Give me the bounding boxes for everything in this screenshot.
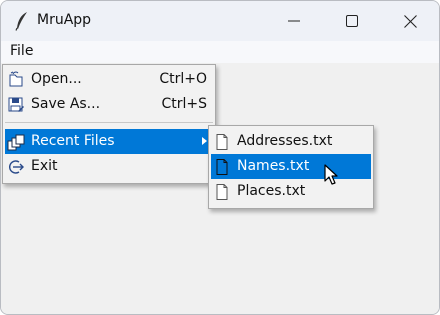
menu-item-open[interactable]: Open... Ctrl+O [5, 67, 213, 92]
quill-icon [15, 12, 27, 31]
recent-files-icon [7, 134, 25, 151]
open-folder-icon [9, 71, 23, 87]
document-icon [216, 184, 228, 200]
maximize-button[interactable] [323, 1, 381, 41]
recent-item-label: Places.txt [237, 183, 306, 199]
recent-item-addresses[interactable]: Addresses.txt [211, 129, 371, 154]
menu-item-label: Recent Files [31, 133, 115, 149]
menu-item-exit[interactable]: Exit [5, 154, 213, 179]
recent-item-label: Names.txt [237, 158, 310, 174]
window-title: MruApp [37, 12, 92, 28]
recent-files-submenu: Addresses.txt Names.txt Places.txt [208, 125, 374, 209]
close-icon [403, 14, 417, 28]
document-icon [216, 159, 228, 175]
minimize-icon [288, 20, 300, 22]
exit-icon [9, 160, 24, 174]
menu-item-save-as[interactable]: Save As... Ctrl+S [5, 92, 213, 117]
recent-item-places[interactable]: Places.txt [211, 179, 371, 204]
recent-item-label: Addresses.txt [237, 133, 333, 149]
title-bar[interactable]: MruApp [1, 1, 439, 41]
recent-item-names[interactable]: Names.txt [211, 154, 371, 179]
maximize-icon [346, 15, 358, 27]
mouse-pointer-icon [324, 164, 338, 185]
app-window: MruApp File Open... Ctrl+O Save As... Ct… [0, 0, 440, 315]
close-button[interactable] [381, 1, 439, 41]
submenu-arrow-icon [202, 137, 207, 145]
menu-separator [5, 122, 213, 123]
minimize-button[interactable] [265, 1, 323, 41]
menu-item-recent-files[interactable]: Recent Files [5, 129, 213, 154]
document-icon [216, 134, 228, 150]
save-as-icon [8, 97, 24, 112]
file-menu: Open... Ctrl+O Save As... Ctrl+S Recent … [2, 64, 216, 184]
menu-bar: File [1, 41, 439, 63]
shortcut-label: Ctrl+S [161, 96, 207, 112]
menu-item-label: Exit [31, 158, 58, 174]
menu-item-label: Save As... [31, 96, 101, 112]
menu-item-label: Open... [31, 71, 82, 87]
shortcut-label: Ctrl+O [159, 71, 207, 87]
menu-file[interactable]: File [10, 43, 33, 59]
